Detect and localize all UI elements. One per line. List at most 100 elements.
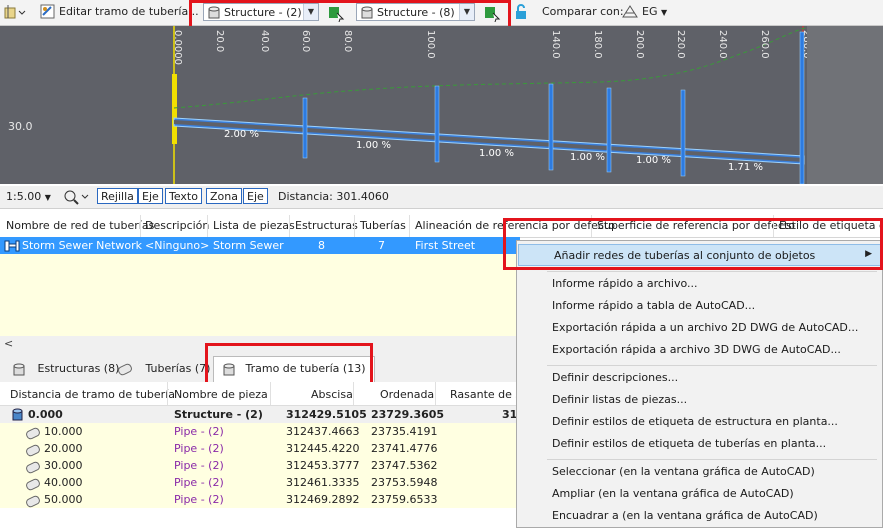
table-row[interactable]: Storm Sewer Network <Ninguno> Storm Sewe… xyxy=(0,237,520,254)
menu-item-zoom[interactable]: Ampliar (en la ventana gráfica de AutoCA… xyxy=(552,487,794,500)
slope-label: 1.00 % xyxy=(636,155,671,166)
run-distance: 50.000 xyxy=(44,493,83,506)
zoom-dropdown[interactable] xyxy=(63,189,89,208)
easting-value: 312453.3777 xyxy=(286,459,360,472)
tab-structures[interactable]: Estructuras (8) xyxy=(12,358,119,380)
station-tick-label: 240.0 xyxy=(717,30,728,59)
col-run-distance[interactable]: Distancia de tramo de tubería xyxy=(10,388,175,401)
easting-value: 312429.5105 xyxy=(286,408,367,421)
tab-pipes[interactable]: Tuberías (7) xyxy=(116,358,211,380)
col-description[interactable]: Descripción xyxy=(145,219,209,232)
pipe-network-icon xyxy=(4,239,20,255)
menu-item-define-parts-lists[interactable]: Definir listas de piezas... xyxy=(552,393,687,406)
context-menu: Añadir redes de tuberías al conjunto de … xyxy=(516,240,883,528)
highlight-box-pipe-run-tab xyxy=(205,343,373,387)
part-name: Structure - (2) xyxy=(174,408,263,421)
network-description: <Ninguno> xyxy=(145,239,210,252)
part-name: Pipe - (2) xyxy=(174,442,224,455)
menu-item-define-descriptions[interactable]: Definir descripciones... xyxy=(552,371,678,384)
surface-icon xyxy=(622,4,638,20)
network-parts-list: Storm Sewer xyxy=(213,239,284,252)
tab-pipes-label: Tuberías (7) xyxy=(145,362,211,375)
network-pipes: 7 xyxy=(378,239,385,252)
slope-label: 1.00 % xyxy=(479,148,514,159)
compare-label: Comparar con: xyxy=(542,5,624,18)
table-row[interactable]: 20.000 Pipe - (2) 312445.4220 23741.4776 xyxy=(0,440,520,458)
network-table-empty-area xyxy=(0,254,520,336)
station-tick-label: 60.0 xyxy=(300,30,311,53)
axis2-toggle-button[interactable]: Eje xyxy=(243,188,268,204)
menu-item-export-2d-dwg[interactable]: Exportación rápida a un archivo 2D DWG d… xyxy=(552,321,858,334)
slope-label: 1.00 % xyxy=(570,152,605,163)
northing-value: 23735.4191 xyxy=(371,425,438,438)
easting-value: 312437.4663 xyxy=(286,425,360,438)
station-tick-label: 80.0 xyxy=(342,30,353,53)
profile-right-panel xyxy=(807,26,883,184)
part-name: Pipe - (2) xyxy=(174,459,224,472)
menu-item-pan[interactable]: Encuadrar a (en la ventana gráfica de Au… xyxy=(552,509,818,522)
menu-item-quick-report-table[interactable]: Informe rápido a tabla de AutoCAD... xyxy=(552,299,755,312)
scale-dropdown[interactable]: 1:5.00 ▼ xyxy=(6,190,51,203)
highlight-box-context-menu xyxy=(503,218,883,270)
axis-toggle-button[interactable]: Eje xyxy=(138,188,163,204)
scale-value: 1:5.00 xyxy=(6,190,42,203)
pipe-icon xyxy=(24,493,44,509)
station-tick-label: 100.0 xyxy=(425,30,436,59)
col-easting[interactable]: Abscisa xyxy=(311,388,353,401)
run-distance: 30.000 xyxy=(44,459,83,472)
chevron-down-icon: ▼ xyxy=(44,193,51,202)
menu-item-quick-report-file[interactable]: Informe rápido a archivo... xyxy=(552,277,698,290)
lock-icon[interactable] xyxy=(514,4,530,20)
pipe-icon xyxy=(24,459,44,475)
network-structures: 8 xyxy=(318,239,325,252)
part-name: Pipe - (2) xyxy=(174,493,224,506)
layout-tool-icon[interactable] xyxy=(4,4,26,20)
station-tick-label: 20.0 xyxy=(214,30,225,53)
station-tick-label: 260.0 xyxy=(759,30,770,59)
profile-view[interactable]: 30.0 0.0000 20.0 40.0 60.0 80.0 100.0 140.0 180… xyxy=(0,26,818,184)
structure-icon xyxy=(12,407,24,424)
edit-pipe-run-icon[interactable] xyxy=(40,4,56,20)
pipe-icon xyxy=(24,442,44,458)
col-parts-list[interactable]: Lista de piezas xyxy=(213,219,295,232)
network-alignment: First Street xyxy=(415,239,476,252)
network-name: Storm Sewer Network xyxy=(22,239,143,252)
pipe-icon xyxy=(24,425,44,441)
easting-value: 312445.4220 xyxy=(286,442,360,455)
menu-item-define-pipe-label-styles[interactable]: Definir estilos de etiqueta de tuberías … xyxy=(552,437,826,450)
table-row[interactable]: 50.000 Pipe - (2) 312469.2892 23759.6533 xyxy=(0,491,520,509)
col-network-name[interactable]: Nombre de red de tuberías xyxy=(6,219,154,232)
compare-surface-dropdown[interactable]: EG ▼ xyxy=(642,5,667,18)
col-pipes[interactable]: Tuberías xyxy=(360,219,406,232)
magnifier-icon xyxy=(64,190,89,205)
menu-item-select[interactable]: Seleccionar (en la ventana gráfica de Au… xyxy=(552,465,815,478)
northing-value: 23759.6533 xyxy=(371,493,438,506)
col-structures[interactable]: Estructuras xyxy=(295,219,358,232)
edit-pipe-run-button[interactable]: Editar tramo de tubería... xyxy=(59,5,199,18)
text-toggle-button[interactable]: Texto xyxy=(165,188,202,204)
table-row[interactable]: 0.000 Structure - (2) 312429.5105 23729.360… xyxy=(0,406,522,424)
station-tick-label: 220.0 xyxy=(675,30,686,59)
slope-label: 1.00 % xyxy=(356,140,391,151)
table-row[interactable]: 30.000 Pipe - (2) 312453.3777 23747.5362 xyxy=(0,457,520,475)
slope-label: 2.00 % xyxy=(224,129,259,140)
profile-statusbar: 1:5.00 ▼ Rejilla Eje Texto Zona Eje Dist… xyxy=(0,186,883,209)
menu-item-define-structure-label-styles[interactable]: Definir estilos de etiqueta de estructur… xyxy=(552,415,838,428)
grid-toggle-button[interactable]: Rejilla xyxy=(97,188,138,204)
compare-surface-value: EG xyxy=(642,5,658,18)
pipe-icon xyxy=(24,476,44,492)
easting-value: 312469.2892 xyxy=(286,493,360,506)
structure-icon xyxy=(12,362,26,376)
pipe-icon xyxy=(116,361,134,377)
col-northing[interactable]: Ordenada xyxy=(380,388,434,401)
station-tick-label: 200.0 xyxy=(634,30,645,59)
table-row[interactable]: 10.000 Pipe - (2) 312437.4663 23735.4191 xyxy=(0,423,520,441)
northing-value: 23747.5362 xyxy=(371,459,438,472)
menu-item-export-3d-dwg[interactable]: Exportación rápida a archivo 3D DWG de A… xyxy=(552,343,841,356)
table-row[interactable]: 40.000 Pipe - (2) 312461.3335 23753.5948 xyxy=(0,474,520,492)
col-part-name[interactable]: Nombre de pieza xyxy=(174,388,268,401)
scroll-left-icon[interactable]: < xyxy=(4,337,13,350)
part-name: Pipe - (2) xyxy=(174,476,224,489)
zone-toggle-button[interactable]: Zona xyxy=(206,188,242,204)
elevation-label: 30.0 xyxy=(8,120,33,133)
